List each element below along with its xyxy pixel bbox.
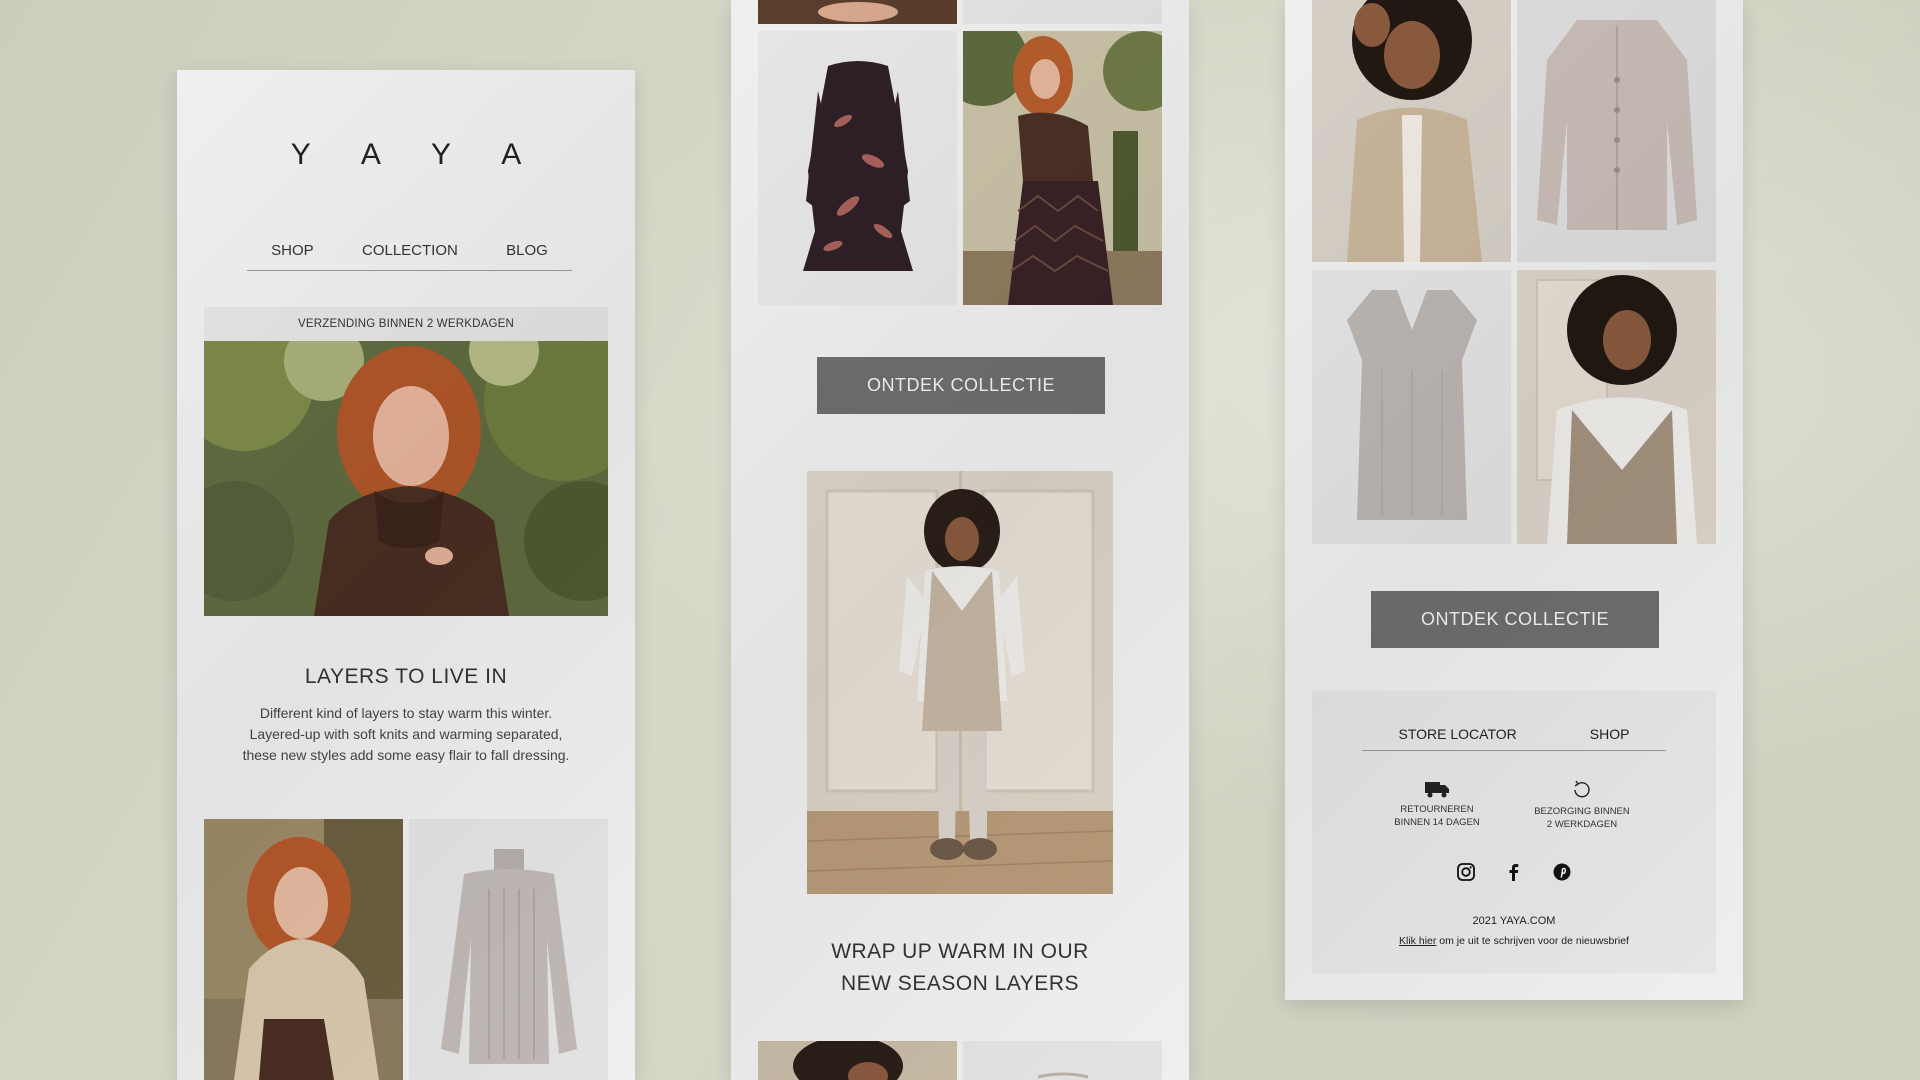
email-panel-bottom: ONTDEK COLLECTIE STORE LOCATOR SHOP RETO… bbox=[1285, 0, 1743, 1000]
product-image-top-left[interactable] bbox=[758, 0, 957, 24]
product-image-printed-dress[interactable] bbox=[758, 31, 957, 305]
truck-icon bbox=[1425, 782, 1449, 798]
refresh-icon bbox=[1574, 780, 1590, 798]
product-image-knit-vest-model[interactable] bbox=[1517, 270, 1716, 544]
email-panel-top: Y A Y A SHOP COLLECTION BLOG VERZENDING … bbox=[177, 70, 635, 1080]
copyright: 2021 YAYA.COM bbox=[1472, 915, 1556, 927]
hero-text-line: these new styles add some easy flair to … bbox=[242, 747, 570, 763]
shipping-banner: VERZENDING BINNEN 2 WERKDAGEN bbox=[204, 307, 608, 341]
discover-collection-button[interactable]: ONTDEK COLLECTIE bbox=[817, 357, 1105, 414]
nav-blog-link[interactable]: BLOG bbox=[506, 242, 548, 259]
product-image-beige-cardigan-model[interactable] bbox=[1312, 0, 1511, 262]
product-image-bottom-left[interactable] bbox=[758, 1041, 957, 1080]
instagram-icon[interactable] bbox=[1456, 862, 1476, 882]
delivery-info: BEZORGING BINNEN 2 WERKDAGEN bbox=[1522, 779, 1642, 831]
pinterest-icon[interactable] bbox=[1552, 862, 1572, 882]
returns-info: RETOURNEREN BINNEN 14 DAGEN bbox=[1382, 779, 1492, 829]
product-image-top-right[interactable] bbox=[963, 0, 1162, 24]
facebook-icon[interactable] bbox=[1504, 862, 1524, 882]
product-image-grey-turtleneck[interactable] bbox=[409, 819, 608, 1080]
delivery-line: 2 WERKDAGEN bbox=[1546, 819, 1618, 830]
product-image-bottom-right[interactable] bbox=[963, 1041, 1162, 1080]
unsubscribe-link[interactable]: Klik hier bbox=[1399, 935, 1436, 947]
feature-image-knit-dress[interactable] bbox=[807, 471, 1113, 894]
hero-text-line: Different kind of layers to stay warm th… bbox=[259, 705, 553, 721]
section-heading-line: NEW SEASON LAYERS bbox=[840, 972, 1079, 995]
unsubscribe-suffix: om je uit te schrijven voor de nieuwsbri… bbox=[1436, 935, 1629, 947]
delivery-line: BEZORGING BINNEN bbox=[1534, 806, 1630, 817]
nav-shop-link[interactable]: SHOP bbox=[271, 242, 314, 259]
footer: STORE LOCATOR SHOP RETOURNEREN BINNEN 14… bbox=[1312, 691, 1716, 973]
product-image-beige-coat[interactable] bbox=[204, 819, 403, 1080]
nav-collection-link[interactable]: COLLECTION bbox=[362, 242, 458, 259]
discover-collection-button-2[interactable]: ONTDEK COLLECTIE bbox=[1371, 591, 1659, 648]
returns-line: RETOURNEREN bbox=[1400, 804, 1474, 815]
footer-nav: STORE LOCATOR SHOP bbox=[1362, 718, 1666, 751]
hero-text-line: Layered-up with soft knits and warming s… bbox=[249, 726, 563, 742]
hero-text: Different kind of layers to stay warm th… bbox=[177, 703, 635, 766]
social-links bbox=[1312, 862, 1716, 882]
product-image-cardigan[interactable] bbox=[1517, 0, 1716, 262]
footer-shop-link[interactable]: SHOP bbox=[1590, 726, 1630, 742]
store-locator-link[interactable]: STORE LOCATOR bbox=[1399, 726, 1517, 742]
hero-heading: LAYERS TO LIVE IN bbox=[304, 665, 508, 688]
returns-line: BINNEN 14 DAGEN bbox=[1394, 817, 1480, 828]
unsubscribe-text: Klik hier om je uit te schrijven voor de… bbox=[1312, 935, 1716, 947]
brand-logo[interactable]: Y A Y A bbox=[177, 138, 635, 172]
product-image-sleeveless-knit[interactable] bbox=[1312, 270, 1511, 544]
section-heading-line: WRAP UP WARM IN OUR bbox=[831, 940, 1089, 963]
section-heading: WRAP UP WARM IN OUR NEW SEASON LAYERS bbox=[731, 936, 1189, 1000]
hero-image[interactable] bbox=[204, 341, 608, 616]
product-image-patterned-skirt[interactable] bbox=[963, 31, 1162, 305]
main-nav: SHOP COLLECTION BLOG bbox=[247, 230, 572, 271]
email-panel-middle: ONTDEK COLLECTIE WRAP UP WARM IN OUR NEW… bbox=[731, 0, 1189, 1080]
